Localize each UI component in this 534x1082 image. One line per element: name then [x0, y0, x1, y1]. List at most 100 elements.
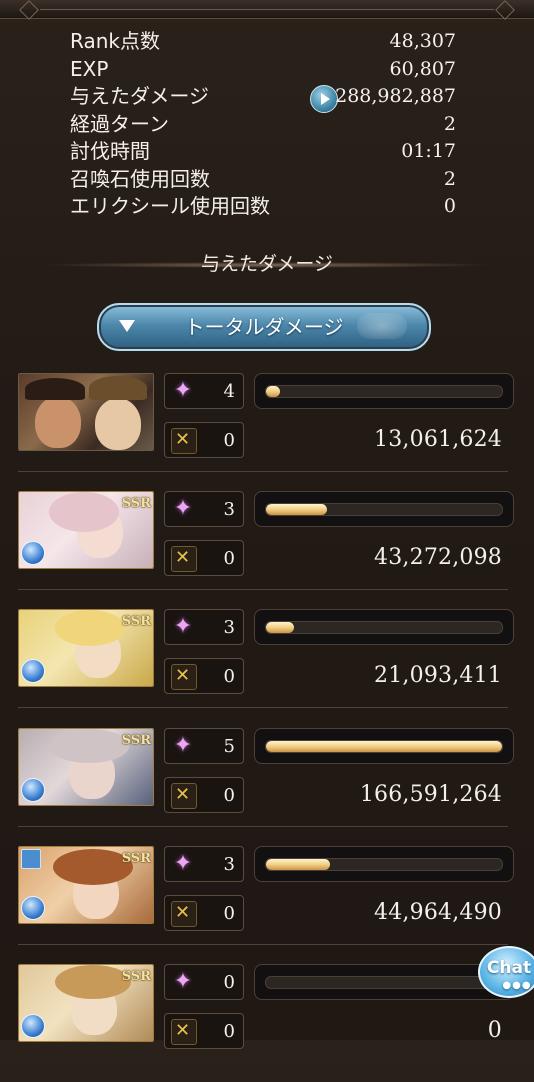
- character-row: SSR ✦ 3 0 44,964,490: [18, 846, 518, 964]
- sparkle-star-icon: ✦: [173, 378, 193, 403]
- turn-count: 3: [223, 499, 235, 520]
- ca-count: 0: [223, 548, 235, 569]
- sparkle-star-icon: ✦: [173, 614, 193, 639]
- charge-attack-icon: [171, 783, 197, 809]
- damage-bar-fill: [266, 741, 502, 752]
- ring-icon: [21, 849, 41, 869]
- damage-bar-fill: [266, 859, 330, 870]
- stat-label: 召喚石使用回数: [70, 166, 210, 191]
- turn-count-chip: ✦ 5: [164, 728, 244, 764]
- water-element-icon: [21, 1014, 45, 1038]
- stat-damage-dealt: 与えたダメージ 288,982,887: [70, 83, 456, 113]
- character-portrait[interactable]: SSR: [18, 728, 154, 806]
- damage-value: 43,272,098: [374, 545, 502, 570]
- ca-count-chip: 0: [164, 777, 244, 813]
- ca-count: 0: [223, 430, 235, 451]
- damage-share-bar: [254, 609, 514, 645]
- turn-count: 5: [223, 736, 235, 757]
- character-portrait[interactable]: SSR: [18, 964, 154, 1042]
- stat-exp: EXP 60,807: [70, 56, 456, 84]
- water-element-icon: [21, 778, 45, 802]
- ca-count-chip: 0: [164, 658, 244, 694]
- damage-share-bar: [254, 491, 514, 527]
- row-divider: [18, 589, 508, 590]
- stat-label: 討伐時間: [70, 139, 150, 163]
- chat-button[interactable]: Chat ●●●: [478, 946, 534, 998]
- stat-label: EXP: [70, 56, 109, 81]
- ssr-badge: SSR: [121, 851, 151, 866]
- turn-count-chip: ✦ 0: [164, 964, 244, 1000]
- damage-share-bar: [254, 964, 514, 1000]
- character-portrait[interactable]: [18, 373, 154, 451]
- stat-label: エリクシール使用回数: [70, 194, 270, 218]
- character-row: SSR ✦ 5 0 166,591,264: [18, 728, 518, 846]
- stat-label: 経過ターン: [70, 111, 169, 136]
- damage-bar-fill: [266, 504, 328, 515]
- dropdown-label: トータルダメージ: [184, 315, 344, 339]
- sparkle-star-icon: ✦: [173, 851, 193, 876]
- damage-share-bar: [254, 846, 514, 882]
- ssr-badge: SSR: [121, 496, 151, 511]
- damage-bar-fill: [266, 622, 295, 633]
- water-element-icon: [21, 541, 45, 565]
- turn-count: 4: [223, 381, 235, 402]
- stat-value: 60,807: [389, 57, 456, 80]
- turn-count: 3: [223, 854, 235, 875]
- ca-count-chip: 0: [164, 1013, 244, 1049]
- ca-count-chip: 0: [164, 540, 244, 576]
- battle-stats: Rank点数 48,307 EXP 60,807 与えたダメージ 288,982…: [70, 28, 456, 221]
- water-element-icon: [21, 659, 45, 683]
- stat-elixir-uses: エリクシール使用回数 0: [70, 193, 456, 221]
- stat-summon-uses: 召喚石使用回数 2: [70, 166, 456, 194]
- chat-label: Chat: [486, 958, 532, 978]
- ssr-badge: SSR: [121, 969, 151, 984]
- stat-elapsed-turns: 経過ターン 2: [70, 111, 456, 139]
- ca-count: 0: [223, 785, 235, 806]
- turn-count-chip: ✦ 3: [164, 609, 244, 645]
- sparkle-star-icon: ✦: [173, 969, 193, 994]
- stat-clear-time: 討伐時間 01:17: [70, 138, 456, 166]
- ca-count: 0: [223, 1021, 235, 1042]
- ca-count-chip: 0: [164, 422, 244, 458]
- stat-value: 288,982,887: [335, 85, 456, 107]
- ca-count: 0: [223, 903, 235, 924]
- sparkle-star-icon: ✦: [173, 496, 193, 521]
- stat-rank-points: Rank点数 48,307: [70, 28, 456, 56]
- stat-value: 48,307: [389, 30, 456, 52]
- character-portrait[interactable]: SSR: [18, 846, 154, 924]
- turn-count: 3: [223, 617, 235, 638]
- character-row: SSR ✦ 3 0 21,093,411: [18, 609, 518, 727]
- character-row: SSR ✦ 0 0 0: [18, 964, 518, 1082]
- damage-value: 21,093,411: [374, 663, 502, 688]
- character-portrait[interactable]: SSR: [18, 491, 154, 569]
- charge-attack-icon: [171, 1019, 197, 1045]
- row-divider: [18, 471, 508, 472]
- water-element-icon: [21, 896, 45, 920]
- turn-count-chip: ✦ 3: [164, 846, 244, 882]
- play-icon[interactable]: [310, 85, 338, 113]
- damage-type-dropdown[interactable]: トータルダメージ: [97, 303, 431, 351]
- ca-count: 0: [223, 666, 235, 687]
- turn-count-chip: ✦ 4: [164, 373, 244, 409]
- sparkle-star-icon: ✦: [173, 733, 193, 758]
- dots-icon: ●●●: [502, 980, 532, 991]
- turn-count: 0: [223, 972, 235, 993]
- damage-value: 166,591,264: [359, 782, 502, 807]
- damage-value: 44,964,490: [374, 900, 502, 925]
- ssr-badge: SSR: [121, 614, 151, 629]
- stat-label: 与えたダメージ: [70, 84, 209, 108]
- damage-share-bar: [254, 728, 514, 764]
- ssr-badge: SSR: [121, 733, 151, 748]
- stat-value: 0: [443, 195, 456, 217]
- charge-attack-icon: [171, 428, 197, 454]
- turn-count-chip: ✦ 3: [164, 491, 244, 527]
- character-portrait[interactable]: SSR: [18, 609, 154, 687]
- charge-attack-icon: [171, 546, 197, 572]
- row-divider: [18, 826, 508, 827]
- stat-value: 2: [443, 167, 456, 190]
- damage-value: 13,061,624: [374, 427, 502, 452]
- stat-value: 01:17: [401, 140, 456, 162]
- character-row: ✦ 4 0 13,061,624: [18, 373, 518, 491]
- row-divider: [18, 707, 508, 708]
- damage-value: 0: [487, 1018, 502, 1043]
